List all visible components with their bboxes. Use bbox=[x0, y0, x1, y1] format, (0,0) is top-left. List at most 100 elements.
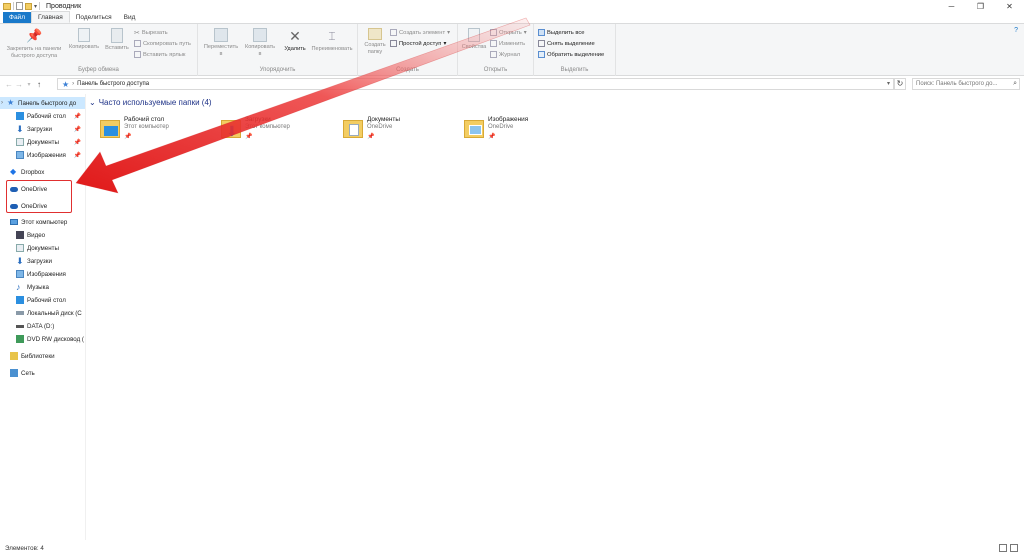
nav-pc-music[interactable]: ♪ Музыка bbox=[0, 281, 85, 293]
group-header-frequent-folders[interactable]: ⌄ Часто используемые папки (4) bbox=[89, 98, 212, 107]
paste-icon bbox=[111, 28, 123, 43]
properties-button[interactable]: Свойства bbox=[460, 28, 488, 51]
nav-this-pc[interactable]: Этот компьютер bbox=[0, 216, 85, 228]
nav-pinned-pictures[interactable]: Изображения 📌 bbox=[0, 149, 85, 161]
tab-share[interactable]: Поделиться bbox=[70, 12, 118, 23]
tab-file[interactable]: Файл bbox=[3, 12, 31, 23]
minimize-button[interactable]: ─ bbox=[937, 0, 966, 12]
nav-network[interactable]: Сеть bbox=[0, 367, 85, 379]
ribbon-help-icon[interactable]: ? bbox=[1014, 27, 1018, 34]
tile-location: Этот компьютер bbox=[245, 124, 290, 130]
pin-icon: 📌 bbox=[73, 126, 81, 133]
edit-button[interactable]: Изменить bbox=[490, 40, 525, 47]
pin-icon: 📌 bbox=[488, 134, 496, 140]
cut-button[interactable]: ✂ Вырезать bbox=[134, 29, 168, 37]
ribbon-tabs: Файл Главная Поделиться Вид bbox=[0, 11, 1024, 24]
move-to-button[interactable]: Переместить в bbox=[202, 28, 240, 58]
select-all-button[interactable]: Выделить все bbox=[538, 29, 585, 36]
dvd-drive-icon bbox=[16, 335, 24, 343]
group-open: Свойства Открыть ▾ Изменить Журнал Откры… bbox=[458, 24, 534, 76]
tile-location: OneDrive bbox=[367, 124, 393, 130]
tile-name: Документы bbox=[367, 116, 400, 123]
nav-pc-pictures[interactable]: Изображения bbox=[0, 268, 85, 280]
pin-icon: 📌 bbox=[367, 134, 375, 140]
nav-pc-videos[interactable]: Видео bbox=[0, 229, 85, 241]
new-folder-icon bbox=[368, 28, 382, 40]
annotation-highlight-box bbox=[6, 180, 72, 213]
dropbox-icon: ◆ bbox=[10, 167, 17, 176]
search-input[interactable]: Поиск: Панель быстрого до... ⌕ bbox=[912, 78, 1020, 90]
nav-pc-downloads[interactable]: ⬇ Загрузки bbox=[0, 255, 85, 267]
history-button[interactable]: Журнал bbox=[490, 51, 520, 58]
back-arrow-icon[interactable]: ← bbox=[4, 80, 14, 89]
new-item-icon bbox=[390, 29, 397, 36]
properties-quick-icon[interactable] bbox=[16, 2, 23, 10]
nav-pc-local-disk-c[interactable]: Локальный диск (C bbox=[0, 307, 85, 319]
nav-pinned-documents[interactable]: Документы 📌 bbox=[0, 136, 85, 148]
star-icon: ★ bbox=[62, 79, 70, 89]
address-dropdown-icon[interactable]: ▾ bbox=[887, 80, 890, 87]
documents-icon bbox=[16, 244, 24, 252]
copy-button[interactable]: Копировать bbox=[66, 28, 102, 51]
window-controls: ─ ❐ ✕ bbox=[937, 0, 1024, 12]
open-button[interactable]: Открыть ▾ bbox=[490, 29, 527, 36]
tile-pictures[interactable]: Изображения OneDrive 📌 bbox=[464, 114, 574, 144]
invert-selection-button[interactable]: Обратить выделение bbox=[538, 51, 604, 58]
pin-icon: 📌 bbox=[73, 113, 81, 120]
paste-shortcut-button[interactable]: Вставить ярлык bbox=[134, 51, 185, 58]
nav-pc-documents[interactable]: Документы bbox=[0, 242, 85, 254]
tile-documents[interactable]: Документы OneDrive 📌 bbox=[343, 114, 453, 144]
up-arrow-icon[interactable]: ↑ bbox=[34, 80, 44, 89]
copy-path-button[interactable]: Скопировать путь bbox=[134, 40, 191, 47]
network-icon bbox=[10, 369, 18, 377]
address-bar[interactable]: ★ › Панель быстрого доступа ▾ bbox=[57, 78, 894, 90]
nav-dropbox[interactable]: ◆ Dropbox bbox=[0, 166, 85, 178]
tile-desktop[interactable]: Рабочий стол Этот компьютер 📌 bbox=[100, 114, 210, 144]
app-folder-icon bbox=[3, 2, 11, 10]
address-path: Панель быстрого доступа bbox=[77, 81, 150, 87]
nav-libraries[interactable]: Библиотеки bbox=[0, 350, 85, 362]
rename-button[interactable]: ⌶ Переименовать bbox=[308, 28, 356, 53]
details-view-icon[interactable] bbox=[999, 544, 1007, 552]
easy-access-icon bbox=[390, 40, 397, 47]
pictures-folder-icon bbox=[464, 116, 484, 140]
nav-pc-dvd[interactable]: DVD RW дисковод ( bbox=[0, 333, 85, 345]
nav-pinned-desktop[interactable]: Рабочий стол 📌 bbox=[0, 110, 85, 122]
select-none-button[interactable]: Снять выделение bbox=[538, 40, 595, 47]
pin-quick-access-button[interactable]: 📌 Закрепить на панели быстрого доступа bbox=[3, 28, 65, 60]
copy-to-button[interactable]: Копировать в bbox=[240, 28, 280, 58]
maximize-button[interactable]: ❐ bbox=[966, 0, 995, 12]
customize-dropdown-icon[interactable]: ▾ bbox=[34, 3, 37, 10]
tab-home[interactable]: Главная bbox=[30, 11, 70, 23]
delete-button[interactable]: ✕ Удалить bbox=[281, 28, 309, 53]
new-folder-quick-icon[interactable] bbox=[25, 2, 32, 10]
desktop-icon bbox=[16, 112, 24, 120]
view-switcher bbox=[999, 544, 1018, 552]
scissors-icon: ✂ bbox=[134, 30, 140, 37]
tile-downloads[interactable]: ⬇ Загрузки Этот компьютер 📌 bbox=[221, 114, 331, 144]
group-label-organize: Упорядочить bbox=[259, 67, 296, 73]
window-title: Проводник bbox=[46, 2, 82, 10]
large-icons-view-icon[interactable] bbox=[1010, 544, 1018, 552]
paste-button[interactable]: Вставить bbox=[102, 28, 132, 52]
ribbon: 📌 Закрепить на панели быстрого доступа К… bbox=[0, 24, 1024, 76]
new-folder-button[interactable]: Создать папку bbox=[362, 28, 388, 56]
history-icon bbox=[490, 51, 497, 58]
group-header-label: Часто используемые папки (4) bbox=[98, 98, 212, 107]
easy-access-button[interactable]: Простой доступ ▾ bbox=[390, 40, 446, 47]
nav-quick-access[interactable]: › ★ Панель быстрого до bbox=[0, 97, 85, 109]
video-icon bbox=[16, 231, 24, 239]
forward-arrow-icon[interactable]: → bbox=[14, 80, 24, 89]
music-note-icon: ♪ bbox=[16, 282, 21, 292]
nav-pinned-downloads[interactable]: ⬇ Загрузки 📌 bbox=[0, 123, 85, 135]
recent-chevron-icon[interactable]: ▾ bbox=[24, 81, 34, 88]
group-select: Выделить все Снять выделение Обратить вы… bbox=[534, 24, 616, 76]
quick-access-toolbar: ▾ bbox=[0, 2, 41, 10]
new-item-button[interactable]: Создать элемент ▾ bbox=[390, 29, 450, 36]
nav-pc-desktop[interactable]: Рабочий стол bbox=[0, 294, 85, 306]
refresh-button[interactable]: ↻ bbox=[894, 78, 906, 90]
tab-view[interactable]: Вид bbox=[118, 12, 142, 23]
nav-pc-data-d[interactable]: DATA (D:) bbox=[0, 320, 85, 332]
chevron-down-icon: ▾ bbox=[523, 29, 527, 36]
close-button[interactable]: ✕ bbox=[995, 0, 1024, 12]
